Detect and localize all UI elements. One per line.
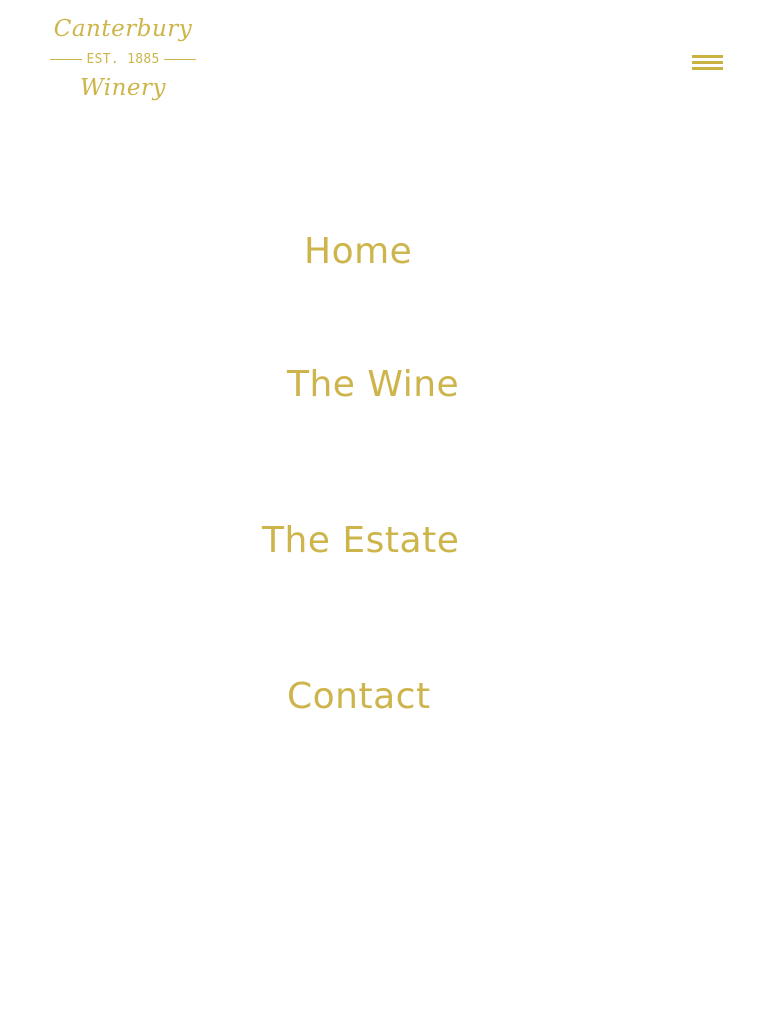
logo-divider-left	[50, 58, 83, 60]
menu-bar-bottom	[692, 67, 723, 70]
hamburger-menu-icon[interactable]	[692, 55, 724, 73]
logo-wordmark-top: Canterbury	[53, 16, 193, 42]
logo-divider-right	[163, 58, 197, 60]
nav-link-the-estate[interactable]: The Estate	[262, 519, 459, 563]
nav-link-the-wine[interactable]: The Wine	[287, 363, 459, 407]
logo-established: EST. 1885	[86, 51, 160, 67]
logo-established-row: EST. 1885	[50, 50, 197, 68]
nav-link-home[interactable]: Home	[304, 230, 412, 274]
nav-link-contact[interactable]: Contact	[287, 675, 431, 719]
logo[interactable]: Canterbury EST. 1885 Winery	[50, 12, 197, 108]
menu-bar-middle	[692, 61, 723, 64]
menu-bar-top	[692, 55, 723, 58]
logo-wordmark-bottom: Winery	[79, 75, 166, 101]
